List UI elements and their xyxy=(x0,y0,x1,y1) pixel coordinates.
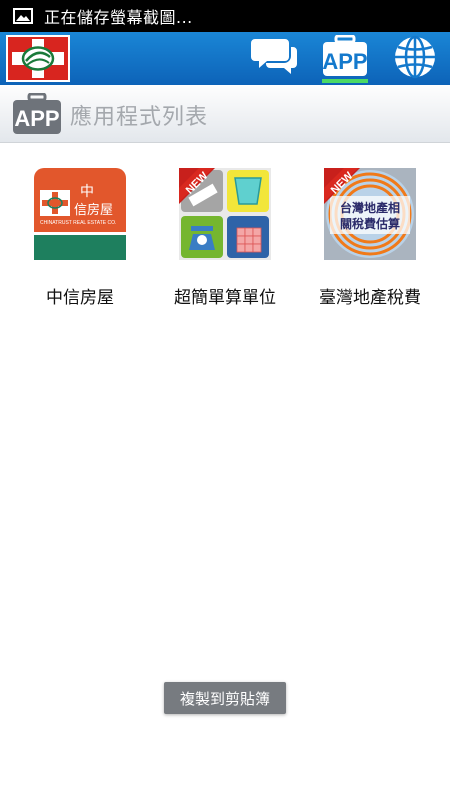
globe-icon[interactable] xyxy=(391,35,439,79)
brand-logo[interactable] xyxy=(6,35,70,82)
app-store-icon[interactable]: APP xyxy=(321,35,369,79)
image-icon xyxy=(13,8,33,24)
unit-converter-icon: NEW xyxy=(179,168,271,260)
svg-text:關稅費估算: 關稅費估算 xyxy=(340,216,400,231)
active-tab-indicator xyxy=(322,79,368,83)
chinatrust-realestate-icon: 中 信房屋 CHINATRUST REAL ESTATE CO. xyxy=(34,168,126,260)
top-app-bar: APP xyxy=(0,32,450,85)
chat-icon[interactable] xyxy=(251,35,299,79)
tax-estimator-icon: 台灣地產相 關稅費估算 NEW xyxy=(324,168,416,260)
app-list-icon: APP xyxy=(13,93,61,134)
status-text: 正在儲存螢幕截圖... xyxy=(44,8,193,27)
toast-message: 複製到剪貼簿 xyxy=(164,682,286,714)
section-title: 應用程式列表 xyxy=(70,105,209,130)
svg-text:CHINATRUST REAL ESTATE CO.: CHINATRUST REAL ESTATE CO. xyxy=(40,220,116,226)
app-label: 超簡單算單位 xyxy=(174,288,276,308)
svg-text:APP: APP xyxy=(322,49,367,74)
status-bar: 正在儲存螢幕截圖... xyxy=(0,0,450,32)
svg-text:台灣地產相: 台灣地產相 xyxy=(340,200,400,215)
app-item-unit-converter[interactable]: NEW 超簡單算單位 xyxy=(160,168,290,308)
app-item-chinatrust[interactable]: 中 信房屋 CHINATRUST REAL ESTATE CO. 中信房屋 xyxy=(15,168,145,308)
svg-text:APP: APP xyxy=(14,106,59,131)
app-label: 臺灣地產稅費 xyxy=(319,288,421,308)
svg-text:中: 中 xyxy=(80,184,94,200)
app-label: 中信房屋 xyxy=(46,288,114,308)
section-header: APP 應用程式列表 xyxy=(0,85,450,143)
svg-text:信房屋: 信房屋 xyxy=(74,202,113,218)
app-item-tax-estimator[interactable]: 台灣地產相 關稅費估算 NEW 臺灣地產稅費 xyxy=(305,168,435,308)
brand-logo-icon xyxy=(8,37,68,80)
